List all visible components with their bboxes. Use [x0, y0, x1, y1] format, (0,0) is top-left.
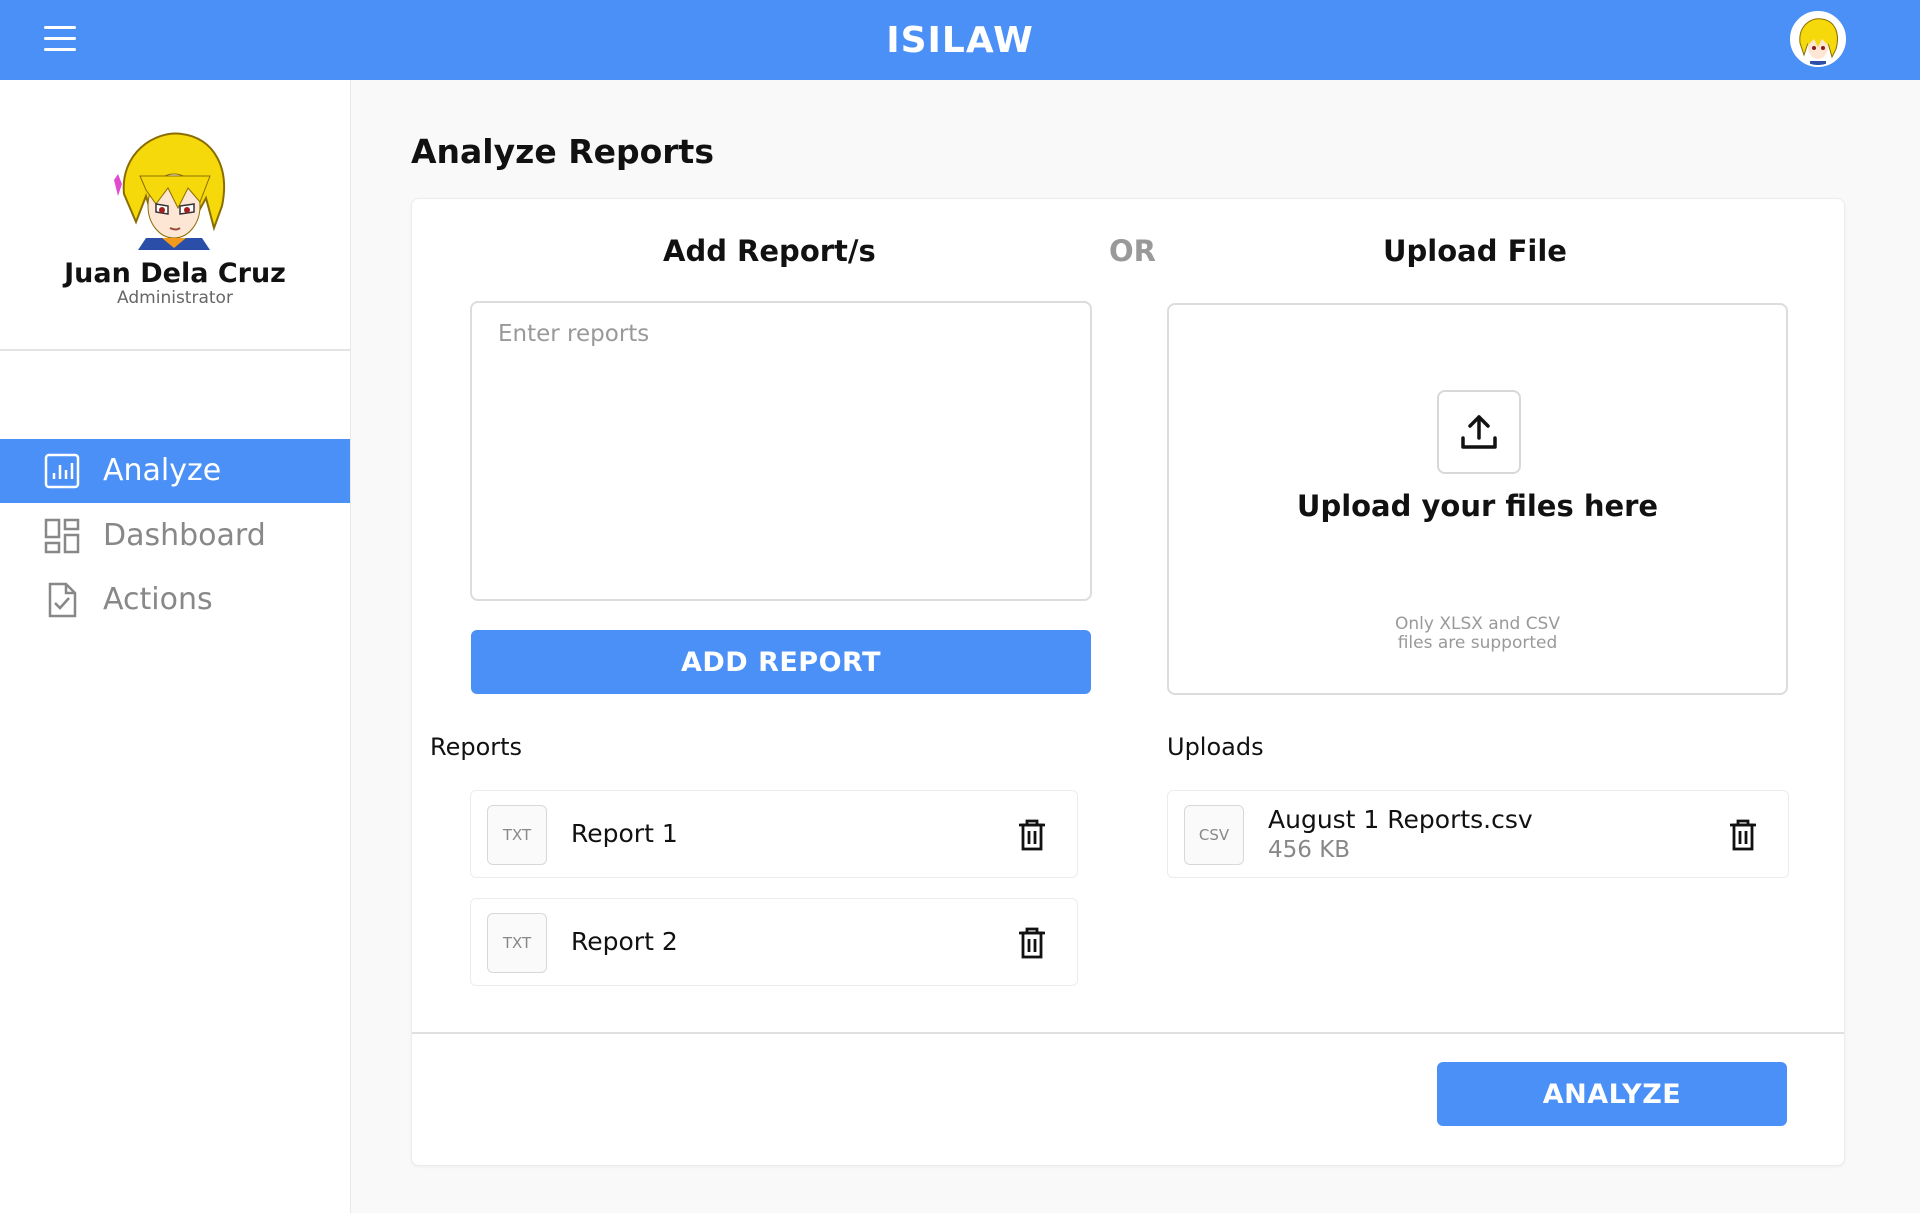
- profile-panel: Juan Dela Cruz Administrator: [0, 80, 350, 351]
- sidebar-item-label: Actions: [103, 582, 213, 617]
- upload-icon: [1437, 390, 1521, 474]
- upload-list-item: CSV August 1 Reports.csv 456 KB: [1167, 790, 1789, 878]
- txt-file-icon: TXT: [487, 913, 547, 973]
- txt-file-icon: TXT: [487, 805, 547, 865]
- document-check-icon: [44, 582, 80, 618]
- analyze-card: Add Report/s OR Upload File ADD REPORT U…: [411, 198, 1845, 1166]
- report-name: Report 1: [571, 819, 678, 848]
- app-title: ISILAW: [886, 20, 1034, 61]
- analyze-button[interactable]: ANALYZE: [1437, 1062, 1787, 1126]
- trash-icon[interactable]: [1017, 819, 1047, 851]
- profile-avatar: [110, 124, 236, 250]
- hamburger-menu-icon[interactable]: [44, 26, 76, 54]
- supported-formats-line-2: files are supported: [1397, 633, 1558, 653]
- or-separator: OR: [1109, 234, 1156, 268]
- upload-file-size: 456 KB: [1268, 837, 1351, 863]
- dashboard-icon: [44, 518, 80, 554]
- report-list-item: TXT Report 1: [470, 790, 1078, 878]
- add-reports-heading: Add Report/s: [663, 234, 876, 268]
- top-bar: ISILAW: [0, 0, 1920, 80]
- supported-formats-line-1: Only XLSX and CSV: [1395, 614, 1560, 634]
- dropzone-title: Upload your files here: [1296, 489, 1659, 523]
- sidebar-item-label: Dashboard: [103, 518, 266, 553]
- upload-file-heading: Upload File: [1383, 234, 1567, 268]
- upload-file-name: August 1 Reports.csv: [1268, 805, 1533, 834]
- reports-section-label: Reports: [430, 733, 523, 761]
- sidebar-item-label: Analyze: [103, 453, 222, 488]
- trash-icon[interactable]: [1017, 927, 1047, 959]
- sidebar-item-actions[interactable]: Actions: [0, 568, 350, 632]
- card-divider: [412, 1032, 1844, 1034]
- uploads-section-label: Uploads: [1167, 733, 1264, 761]
- report-list-item: TXT Report 2: [470, 898, 1078, 986]
- report-name: Report 2: [571, 927, 678, 956]
- reports-input[interactable]: [470, 301, 1092, 601]
- supported-formats-note: Only XLSX and CSV files are supported: [1169, 615, 1786, 653]
- sidebar: Juan Dela Cruz Administrator Analyze Das…: [0, 80, 351, 1213]
- sidebar-item-analyze[interactable]: Analyze: [0, 439, 350, 503]
- sidebar-item-dashboard[interactable]: Dashboard: [0, 504, 350, 568]
- page-title: Analyze Reports: [411, 132, 714, 171]
- file-dropzone[interactable]: Upload your files here Only XLSX and CSV…: [1167, 303, 1788, 695]
- profile-name: Juan Dela Cruz: [64, 258, 286, 289]
- csv-file-icon: CSV: [1184, 805, 1244, 865]
- add-report-button[interactable]: ADD REPORT: [471, 630, 1091, 694]
- trash-icon[interactable]: [1728, 819, 1758, 851]
- chart-icon: [44, 453, 80, 489]
- user-avatar[interactable]: [1790, 11, 1846, 67]
- profile-role: Administrator: [117, 288, 233, 308]
